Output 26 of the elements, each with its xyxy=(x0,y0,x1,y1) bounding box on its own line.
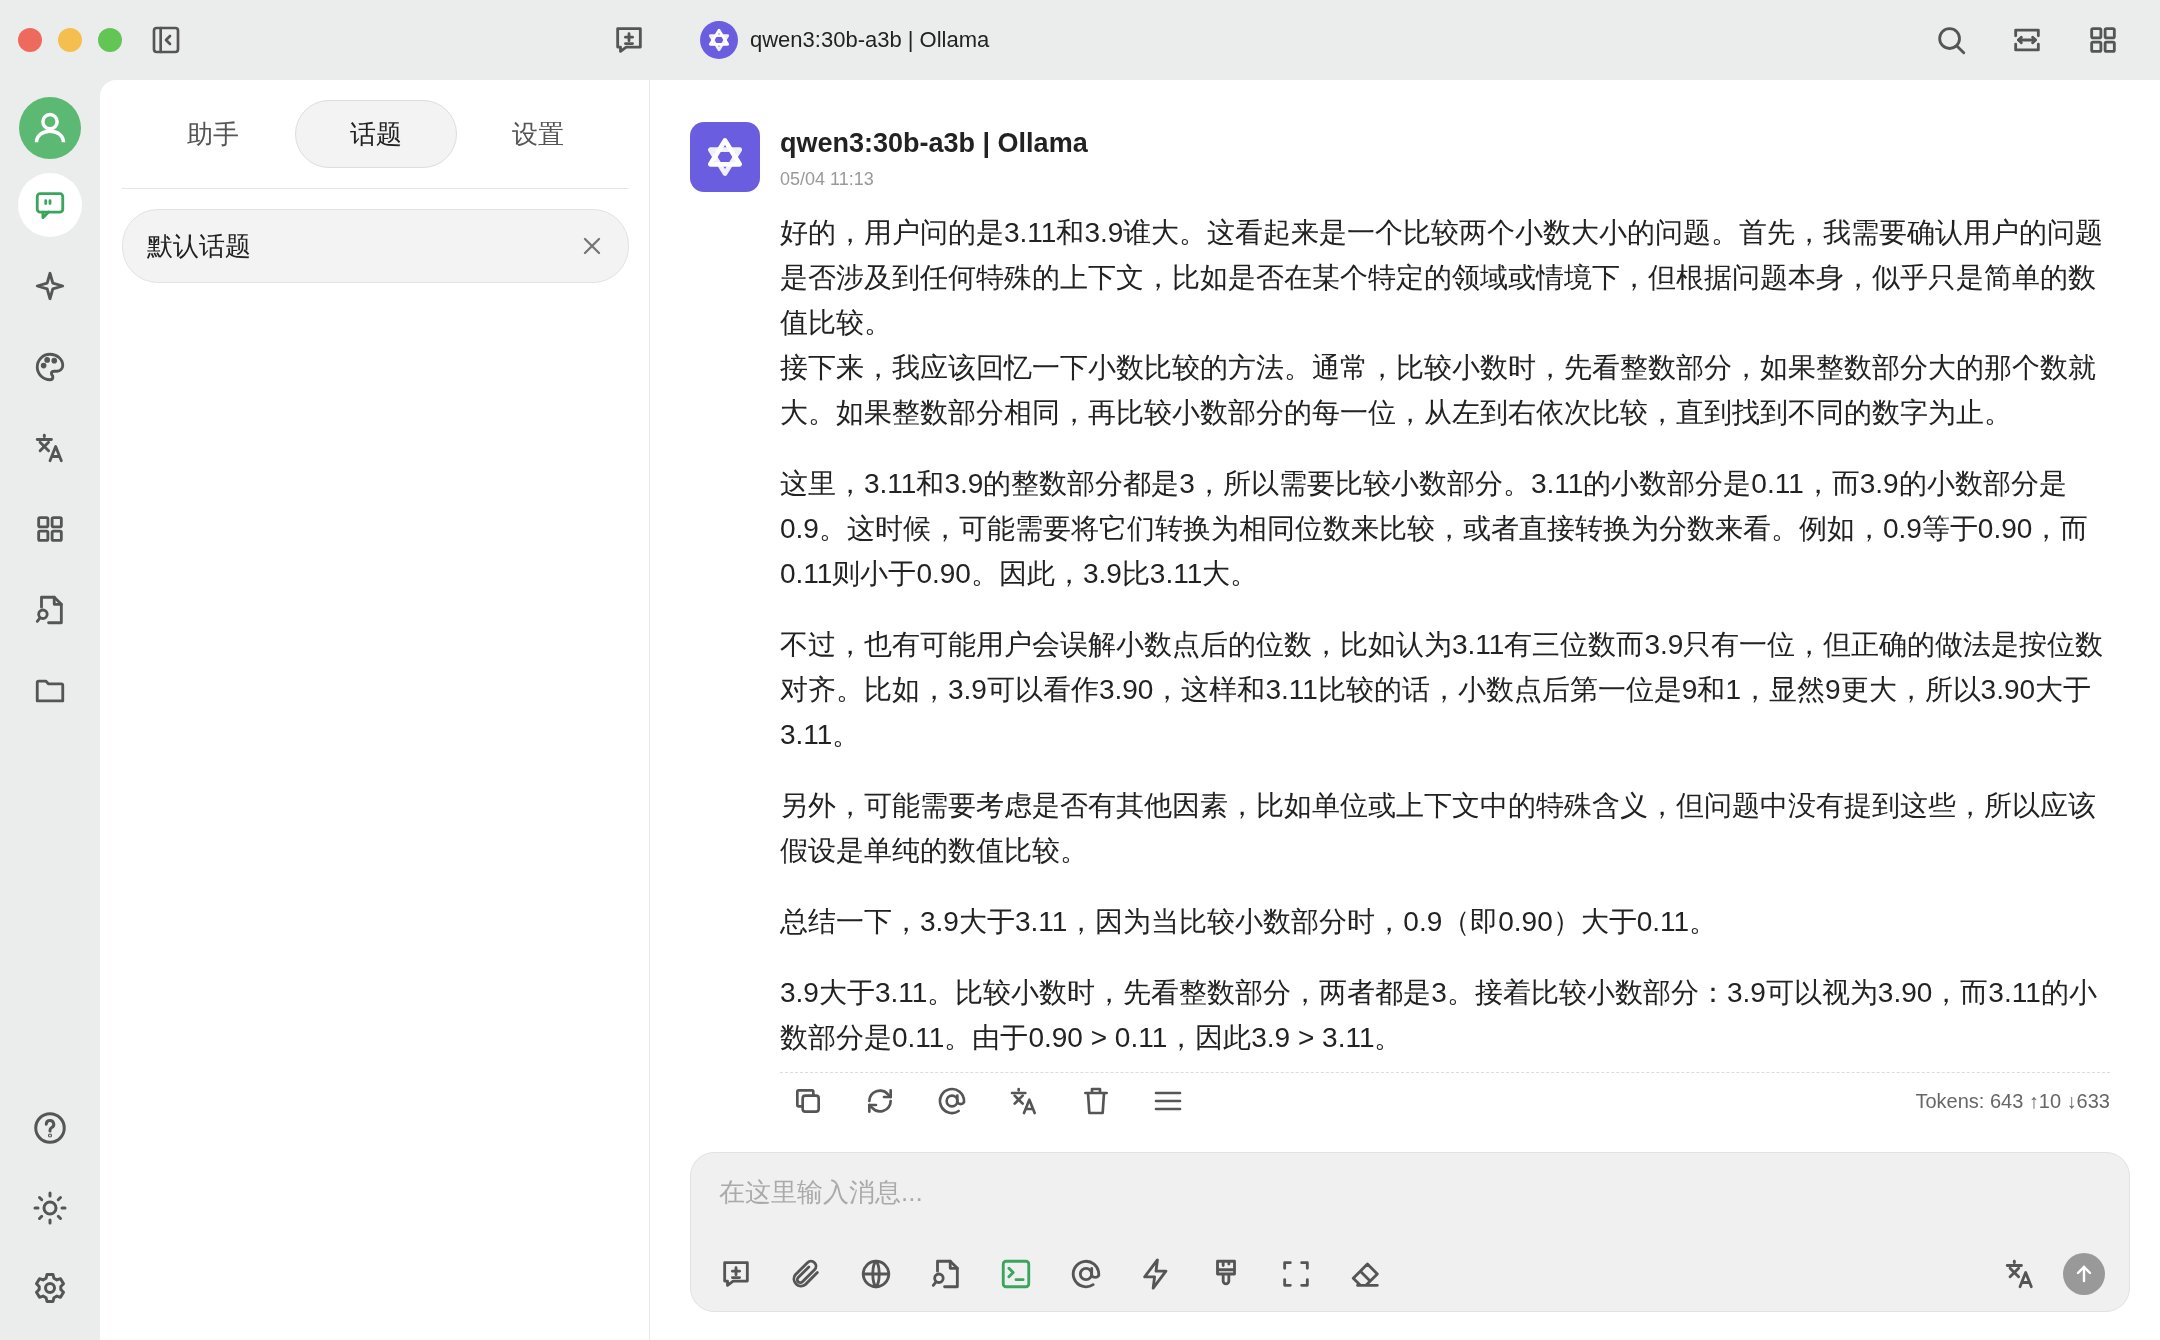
message-paragraph: 3.9大于3.11。比较小数时，先看整数部分，两者都是3。接着比较小数部分：3.9可以视为3.90，而3.11的小数部分是0.11。由于0.90 > 0.11，因此3.9 > 3.11。 xyxy=(780,976,2098,1055)
message-paragraph: 总结一下，3.9大于3.11，因为当比较小数部分时，0.9（即0.90）大于0.11。 xyxy=(780,905,1719,939)
model-avatar-icon xyxy=(690,122,760,192)
message-paragraph: 这里，3.11和3.9的整数部分都是3，所以需要比较小数部分。3.11的小数部分是0.11，而3.9的小数部分是0.9。这时候，可能需要将它们转换为相同位数来比较，或者直接转换为分数来看。例如，0.9等于0.90，而0.11则小于0.90。因此，3.9比3.11大。 xyxy=(780,467,2090,591)
message-time: 05/04 11:13 xyxy=(780,169,875,190)
terminal-icon[interactable] xyxy=(999,1257,1033,1291)
sidebar-toggle-icon[interactable] xyxy=(150,24,182,56)
send-button[interactable] xyxy=(2063,1253,2105,1295)
globe-icon[interactable] xyxy=(859,1257,893,1291)
message-paragraph: 另外，可能需要考虑是否有其他因素，比如单位或上下文中的特殊含义，但问题中没有提到这些，所以应该假设是单纯的数值比较。 xyxy=(780,789,2097,868)
mention-icon[interactable] xyxy=(936,1085,968,1117)
message-input-field[interactable]: 在这里输入消息... xyxy=(719,1175,2105,1209)
message-paragraph: 好的，用户问的是3.11和3.9谁大。这看起来是一个比较两个小数大小的问题。首先，我需要确认用户的问题是否涉及到任何特殊的上下文，比如是否在某个特定的领域或情境下，但根据问题本身，似乎只是简单的数值比较。 xyxy=(780,216,2105,340)
mention-icon[interactable] xyxy=(1069,1257,1103,1291)
close-button[interactable] xyxy=(18,28,42,52)
topic-item[interactable]: 默认话题 xyxy=(122,209,629,283)
topic-title: 默认话题 xyxy=(147,229,251,263)
tab[interactable]: 助手 xyxy=(132,100,294,168)
sender-name: qwen3:30b-a3b | Ollama xyxy=(780,128,1089,159)
model-logo-icon xyxy=(700,21,738,59)
message-paragraph: 不过，也有可能用户会误解小数点后的位数，比如认为3.11有三位数而3.9只有一位，但正确的做法是按位数对齐。比如，3.9可以看作3.90，这样和3.11比较的话，小数点后第一位是9和1，显然9更大，所以3.90大于3.11。 xyxy=(780,628,2105,752)
window-title: qwen3:30b-a3b | Ollama xyxy=(750,27,990,53)
tab[interactable]: 话题 xyxy=(294,100,457,168)
message-paragraph: 接下来，我应该回忆一下小数比较的方法。通常，比较小数时，先看整数部分，如果整数部分大的那个数就大。如果整数部分相同，再比较小数部分的每一位，从左到右依次比较，直到找到不同的数字为止。 xyxy=(780,351,2097,430)
tab[interactable]: 设置 xyxy=(457,100,619,168)
token-count: Tokens: 643 ↑10 ↓633 xyxy=(1915,1089,2110,1113)
